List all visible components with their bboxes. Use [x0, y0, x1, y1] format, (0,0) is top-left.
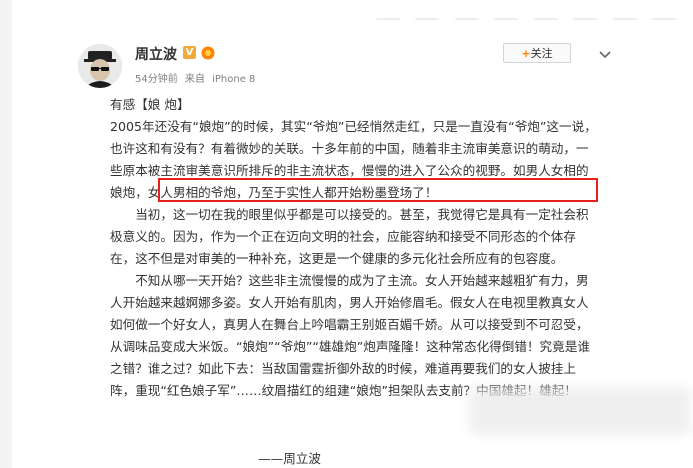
watermark — [470, 388, 690, 434]
verified-icon: V — [183, 46, 196, 59]
plus-icon: + — [521, 47, 531, 60]
post-content: 有感【娘 炮】 2005年还没有“娘炮”的时候，其实“爷炮”已经悄然走红，只是一… — [110, 94, 600, 402]
paragraph-2: 当初，这一切在我的眼里似乎都是可以接受的。甚至，我觉得它是具有一定社会积极意义的… — [110, 207, 589, 266]
source-prefix: 来自 — [184, 74, 205, 85]
paragraph-3: 不知从哪一天开始？这些非主流慢慢的成为了主流。女人开始越来越粗犷有力，男人开始越… — [110, 273, 590, 398]
post-title: 有感【娘 炮】 — [110, 97, 190, 112]
post-meta: 54分钟前 来自 iPhone 8 — [135, 70, 259, 85]
post-timestamp[interactable]: 54分钟前 — [135, 74, 178, 85]
signature: ——周立波 — [258, 451, 321, 466]
highlight-box — [158, 178, 598, 202]
follow-label: 关注 — [530, 47, 553, 60]
source-device[interactable]: iPhone 8 — [212, 74, 255, 85]
top-decoration — [376, 18, 676, 26]
left-edge — [0, 0, 12, 468]
vip-icon — [200, 45, 216, 64]
chevron-down-icon[interactable] — [598, 45, 612, 64]
avatar[interactable] — [78, 44, 122, 88]
author-name[interactable]: 周立波 — [135, 44, 177, 64]
follow-button[interactable]: +关注 — [503, 43, 571, 63]
